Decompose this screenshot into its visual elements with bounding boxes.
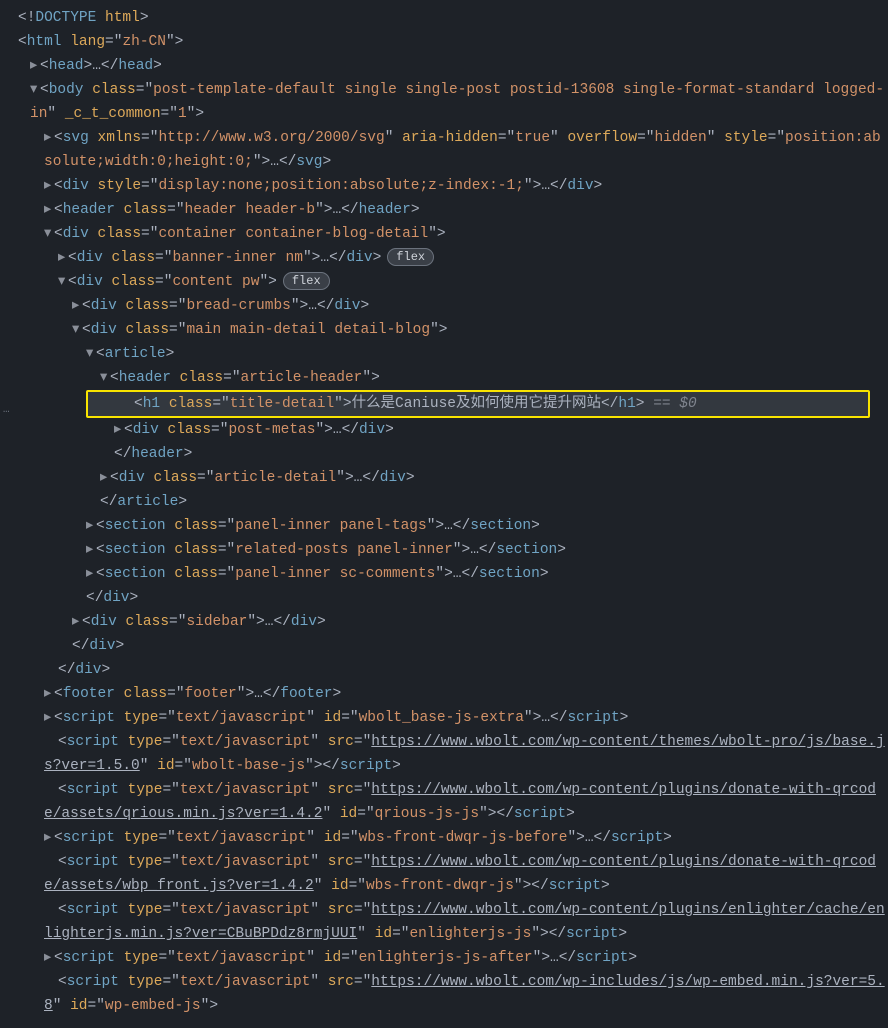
flex-badge[interactable]: flex — [387, 248, 434, 266]
code-line[interactable]: ▸<script type="text/javascript" id="enli… — [0, 946, 888, 970]
code-line[interactable]: ▸<header class="header header-b">…</head… — [0, 198, 888, 222]
collapse-arrow-icon[interactable]: ▾ — [72, 318, 82, 342]
expand-arrow-icon[interactable]: ▸ — [72, 610, 82, 634]
code-line[interactable]: ▸<svg xmlns="http://www.w3.org/2000/svg"… — [0, 126, 888, 174]
code-line[interactable]: ▸<section class="related-posts panel-inn… — [0, 538, 888, 562]
collapse-arrow-icon[interactable]: ▾ — [44, 222, 54, 246]
code-line[interactable]: <script type="text/javascript" src="http… — [0, 850, 888, 898]
code-line[interactable]: ▸<script type="text/javascript" id="wbol… — [0, 706, 888, 730]
code-line[interactable]: </div> — [0, 634, 888, 658]
collapse-arrow-icon[interactable]: ▾ — [58, 270, 68, 294]
expand-arrow-icon[interactable]: ▸ — [86, 514, 96, 538]
code-line[interactable]: </div> — [0, 586, 888, 610]
code-line[interactable]: </div> — [0, 658, 888, 682]
selected-element-row[interactable]: <h1 class="title-detail">什么是Caniuse及如何使用… — [88, 392, 868, 416]
expand-arrow-icon[interactable]: ▸ — [86, 538, 96, 562]
code-line[interactable]: </article> — [0, 490, 888, 514]
code-line[interactable]: ▸<div class="sidebar">…</div> — [0, 610, 888, 634]
code-line[interactable]: </header> — [0, 442, 888, 466]
expand-arrow-icon[interactable]: ▸ — [44, 946, 54, 970]
expand-arrow-icon[interactable]: ▸ — [86, 562, 96, 586]
expand-arrow-icon[interactable]: ▸ — [44, 198, 54, 222]
expand-arrow-icon[interactable]: ▸ — [44, 706, 54, 730]
code-line[interactable]: <html lang="zh-CN"> — [0, 30, 888, 54]
expand-arrow-icon[interactable]: ▸ — [58, 246, 68, 270]
code-line[interactable]: ▸<div class="article-detail">…</div> — [0, 466, 888, 490]
expand-arrow-icon[interactable]: ▸ — [44, 126, 54, 150]
code-line[interactable]: ▸<head>…</head> — [0, 54, 888, 78]
code-line[interactable]: <!DOCTYPE html> — [0, 6, 888, 30]
code-line[interactable]: ▸<script type="text/javascript" id="wbs-… — [0, 826, 888, 850]
expand-arrow-icon[interactable]: ▸ — [44, 174, 54, 198]
code-line[interactable]: ▸<div style="display:none;position:absol… — [0, 174, 888, 198]
collapse-arrow-icon[interactable]: ▾ — [86, 342, 96, 366]
code-line[interactable]: ▸<footer class="footer">…</footer> — [0, 682, 888, 706]
code-line[interactable]: ▾<header class="article-header"> — [0, 366, 888, 390]
expand-arrow-icon[interactable]: ▸ — [114, 418, 124, 442]
expand-arrow-icon[interactable]: ▸ — [44, 682, 54, 706]
code-line[interactable]: <script type="text/javascript" src="http… — [0, 778, 888, 826]
collapse-arrow-icon[interactable]: ▾ — [30, 78, 40, 102]
code-line[interactable]: <script type="text/javascript" src="http… — [0, 970, 888, 1018]
flex-badge[interactable]: flex — [283, 272, 330, 290]
expand-arrow-icon[interactable]: ▸ — [72, 294, 82, 318]
code-line[interactable]: ▾<div class="container container-blog-de… — [0, 222, 888, 246]
collapse-arrow-icon[interactable]: ▾ — [100, 366, 110, 390]
code-line[interactable]: ▸<div class="banner-inner nm">…</div>fle… — [0, 246, 888, 270]
code-line[interactable]: ▾<body class="post-template-default sing… — [0, 78, 888, 126]
code-line[interactable]: ▾<article> — [0, 342, 888, 366]
code-line[interactable]: ▾<div class="content pw">flex — [0, 270, 888, 294]
code-line[interactable]: <script type="text/javascript" src="http… — [0, 730, 888, 778]
code-line[interactable]: ▸<div class="post-metas">…</div> — [0, 418, 888, 442]
code-line[interactable]: ▾<div class="main main-detail detail-blo… — [0, 318, 888, 342]
code-line[interactable]: ▸<section class="panel-inner panel-tags"… — [0, 514, 888, 538]
expand-arrow-icon[interactable]: ▸ — [30, 54, 40, 78]
expand-arrow-icon[interactable]: ▸ — [100, 466, 110, 490]
code-line[interactable]: ▸<div class="bread-crumbs">…</div> — [0, 294, 888, 318]
gutter-ellipsis: … — [0, 398, 18, 422]
expand-arrow-icon[interactable]: ▸ — [44, 826, 54, 850]
code-line[interactable]: <script type="text/javascript" src="http… — [0, 898, 888, 946]
code-line[interactable]: ▸<section class="panel-inner sc-comments… — [0, 562, 888, 586]
